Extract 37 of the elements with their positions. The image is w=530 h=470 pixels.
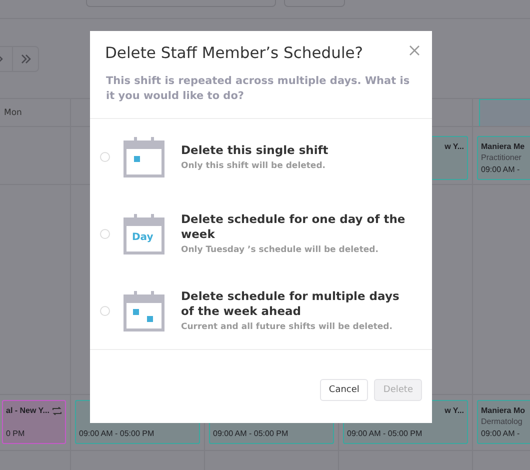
calendar-icon	[123, 212, 165, 254]
option-title: Delete this single shift	[181, 143, 330, 158]
last-button[interactable]	[12, 46, 39, 72]
option-note: Only this shift will be deleted.	[181, 161, 327, 171]
shift-title: w Y...	[444, 406, 464, 415]
radio-button[interactable]	[100, 228, 110, 238]
shift-title: Maniera Mo	[481, 406, 526, 415]
dialog-button[interactable]: Cancel	[320, 379, 368, 401]
shift-time: 0 PM	[6, 429, 25, 438]
close-button[interactable]	[409, 45, 420, 56]
shift-time: 09:00 AM -	[481, 165, 520, 174]
day-header: Mon	[4, 108, 22, 118]
option-note: Current and all future shifts will be deleted.	[181, 322, 394, 332]
shift-time: 09:00 AM - 05:00 PM	[347, 429, 422, 438]
dialog-title: Delete Staff Member’s Schedule?	[105, 44, 364, 62]
calendar-icon	[123, 290, 165, 332]
shift-card[interactable]: Maniera Mo Dermatolog 09:00 AM -	[477, 400, 530, 444]
icon-label: Day	[132, 232, 154, 242]
shift-card[interactable]: al - New Y... 0 PM	[2, 400, 66, 444]
shift-role: Practitioner	[481, 153, 522, 162]
shift-time: 09:00 AM - 05:00 PM	[79, 429, 154, 438]
double-chevron-icon	[20, 54, 32, 64]
radio-button[interactable]	[100, 152, 110, 162]
close-icon	[409, 45, 420, 56]
radio-button[interactable]	[100, 306, 110, 316]
dialog-description: This shift is repeated across multiple days. What is it you would like to do?	[106, 74, 411, 104]
calendar-icon	[123, 136, 165, 178]
option-title: Delete schedule for one day of the week	[181, 212, 406, 242]
shift-title: al - New Y...	[6, 406, 50, 415]
shift-card[interactable]: Maniera Me Practitioner 09:00 AM -	[477, 136, 530, 180]
shift-title: Maniera Me	[481, 142, 525, 151]
shift-time: 09:00 AM -	[481, 429, 520, 438]
option-title: Delete schedule for multiple days of the week ahead	[181, 289, 400, 319]
option-note: Only Tuesday ’s schedule will be deleted.	[181, 245, 380, 255]
shift-time: 09:00 AM - 05:00 PM	[213, 429, 288, 438]
shift-role: Dermatolog	[481, 417, 522, 426]
shift-title: w Y...	[444, 142, 464, 151]
